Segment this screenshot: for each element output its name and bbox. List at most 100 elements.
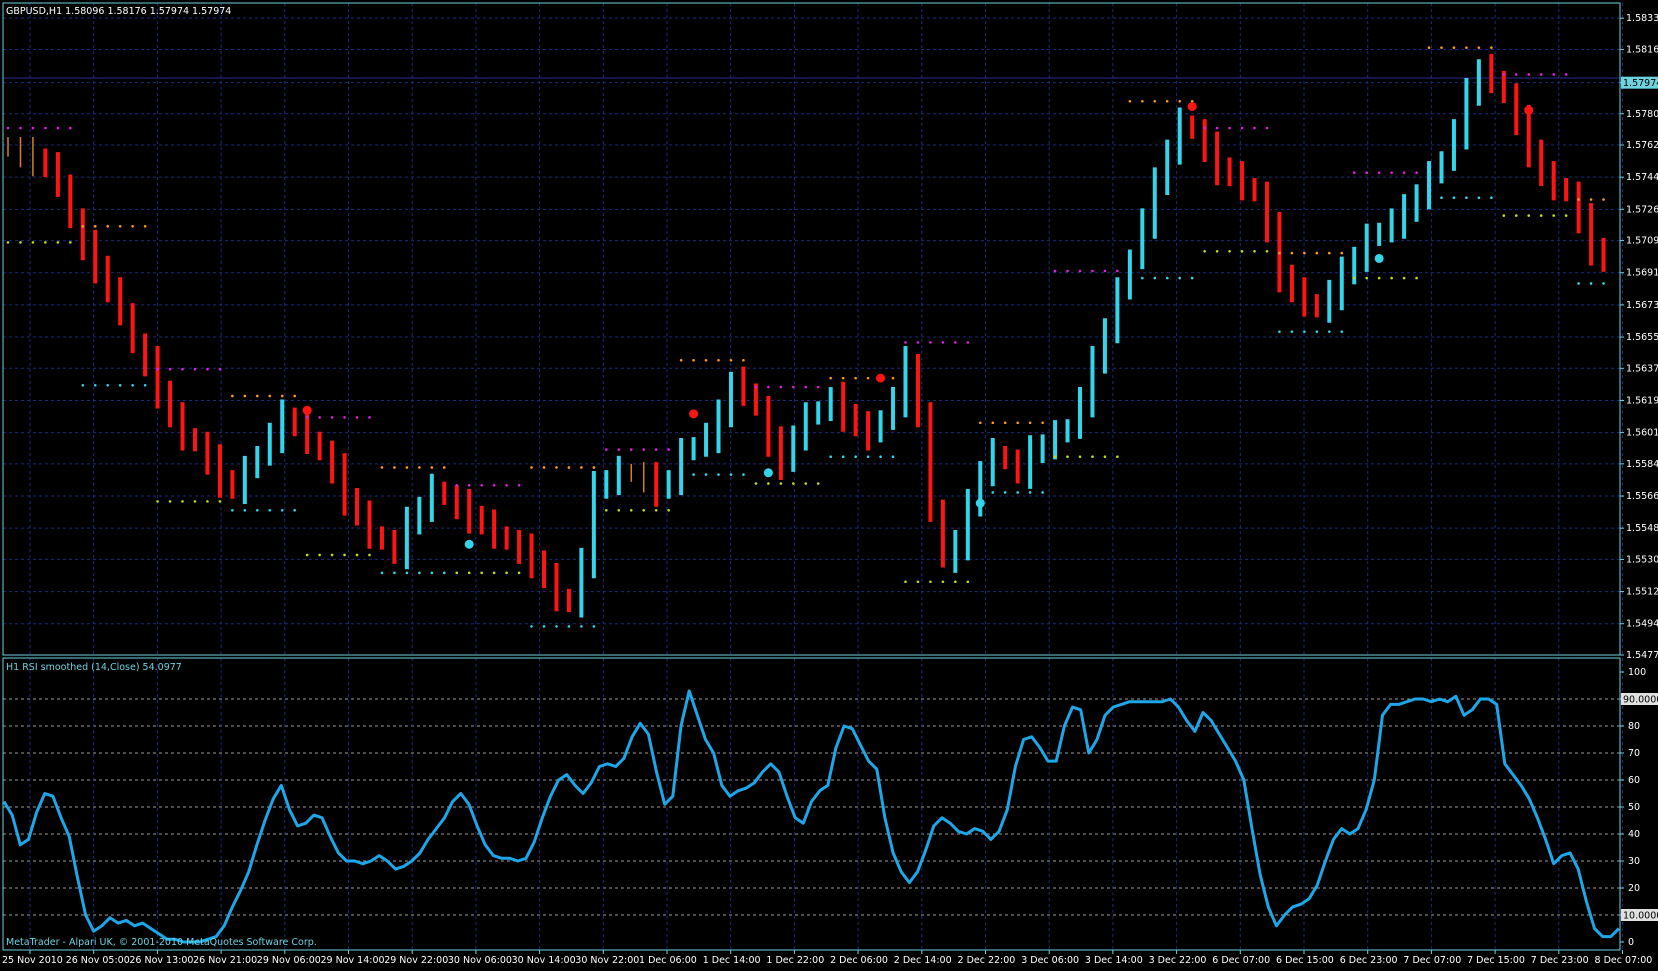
price-axis-label: 1.56910 [1626, 268, 1658, 279]
resistance-dot [405, 466, 409, 469]
resistance-dot [580, 466, 583, 469]
support-dot [393, 571, 396, 575]
time-axis-label: 26 Nov 21:00 [193, 955, 257, 966]
resistance-dot [1527, 73, 1531, 76]
resistance-dot [1178, 99, 1182, 103]
resistance-dot [567, 466, 571, 469]
resistance-dot [1028, 421, 1032, 425]
price-axis-label: 1.58335 [1626, 13, 1658, 24]
price-axis-label: 1.57265 [1626, 204, 1658, 215]
resistance-dot [654, 448, 658, 451]
support-dot [1265, 249, 1269, 253]
copyright-watermark: MetaTrader - Alpari UK, © 2001-2010 Meta… [6, 937, 317, 948]
resistance-dot [629, 448, 633, 451]
resistance-dot [1427, 46, 1431, 49]
support-dot [156, 500, 159, 503]
support-dot [1053, 455, 1057, 459]
resistance-dot [69, 126, 72, 130]
resistance-dot [243, 394, 247, 398]
resistance-dot [555, 466, 558, 469]
resistance-dot [1078, 269, 1082, 273]
support-dot [318, 553, 321, 557]
resistance-dot [941, 341, 945, 344]
resistance-dot [617, 448, 621, 451]
support-dot [206, 500, 209, 503]
resistance-dot [131, 224, 134, 228]
resistance-dot [717, 358, 720, 362]
price-axis-label: 1.56550 [1626, 332, 1658, 343]
resistance-dot [904, 341, 907, 344]
support-dot [1377, 276, 1381, 280]
support-dot [841, 455, 845, 459]
resistance-dot [268, 394, 272, 398]
price-axis-label: 1.55840 [1626, 459, 1658, 470]
time-axis-label: 8 Dec 07:00 [1595, 955, 1653, 966]
support-dot [530, 625, 533, 628]
chart-canvas[interactable]: GBPUSD,H1 1.58096 1.58176 1.57974 1.5797… [0, 0, 1658, 968]
time-axis-label: 7 Dec 15:00 [1467, 955, 1525, 966]
time-axis-label: 6 Dec 15:00 [1276, 955, 1334, 966]
resistance-dot [854, 376, 857, 380]
time-axis-label: 25 Nov 2010 [2, 955, 63, 966]
rsi-axis-label: 40 [1628, 829, 1640, 840]
resistance-dot [56, 126, 60, 130]
resistance-dot [754, 385, 758, 389]
resistance-dot [1477, 46, 1481, 49]
resistance-dot [692, 358, 695, 362]
support-dot [305, 553, 309, 557]
support-dot [31, 241, 35, 244]
resistance-dot [1402, 171, 1406, 174]
support-dot [629, 509, 633, 512]
support-dot [1141, 276, 1144, 280]
resistance-dot [1003, 421, 1007, 425]
price-axis-label: 1.54945 [1626, 619, 1658, 630]
price-axis-label: 1.55125 [1626, 587, 1658, 598]
support-dot [93, 383, 97, 387]
resistance-dot [1490, 46, 1493, 49]
support-dot [1602, 282, 1605, 285]
resistance-dot [1278, 251, 1281, 255]
support-dot [1352, 276, 1356, 280]
support-dot [418, 571, 421, 575]
resistance-dot [106, 224, 110, 228]
resistance-dot [1539, 73, 1543, 76]
support-dot [405, 571, 409, 575]
support-dot [131, 383, 134, 387]
buy-signal-dot [464, 539, 474, 549]
time-axis-label: 1 Dec 22:00 [766, 955, 824, 966]
price-axis-label: 1.57625 [1626, 140, 1658, 151]
main-chart-header: GBPUSD,H1 1.58096 1.58176 1.57974 1.5797… [6, 6, 231, 17]
resistance-dot [218, 367, 222, 371]
support-dot [580, 625, 583, 628]
price-axis-label: 1.56730 [1626, 300, 1658, 311]
time-axis-label: 30 Nov 14:00 [512, 955, 576, 966]
time-axis-label: 1 Dec 06:00 [639, 955, 697, 966]
support-dot [916, 580, 920, 584]
resistance-dot [1589, 198, 1593, 201]
resistance-dot [1564, 73, 1568, 76]
price-axis-label: 1.56015 [1626, 428, 1658, 439]
support-dot [1278, 330, 1281, 333]
time-axis-label: 29 Nov 22:00 [384, 955, 448, 966]
support-dot [804, 482, 808, 485]
resistance-dot [1365, 171, 1368, 174]
resistance-dot [542, 466, 546, 469]
resistance-dot [430, 466, 434, 469]
support-dot [1452, 196, 1456, 200]
resistance-dot [305, 416, 309, 419]
support-dot [1028, 491, 1032, 494]
support-dot [854, 455, 857, 459]
support-dot [44, 241, 47, 244]
support-dot [1589, 282, 1593, 285]
resistance-dot [1103, 269, 1107, 273]
resistance-dot [393, 466, 396, 469]
time-axis-label: 1 Dec 14:00 [703, 955, 761, 966]
support-dot [654, 509, 658, 512]
resistance-dot [729, 358, 733, 362]
support-dot [330, 553, 334, 557]
support-dot [1539, 214, 1543, 217]
price-axis: 1.58335 1.58160 1.57974 1.57800 1.57625 1.574… [1620, 13, 1658, 661]
resistance-dot [256, 394, 259, 398]
resistance-dot [767, 385, 770, 389]
sell-signal-dot [1187, 102, 1197, 112]
